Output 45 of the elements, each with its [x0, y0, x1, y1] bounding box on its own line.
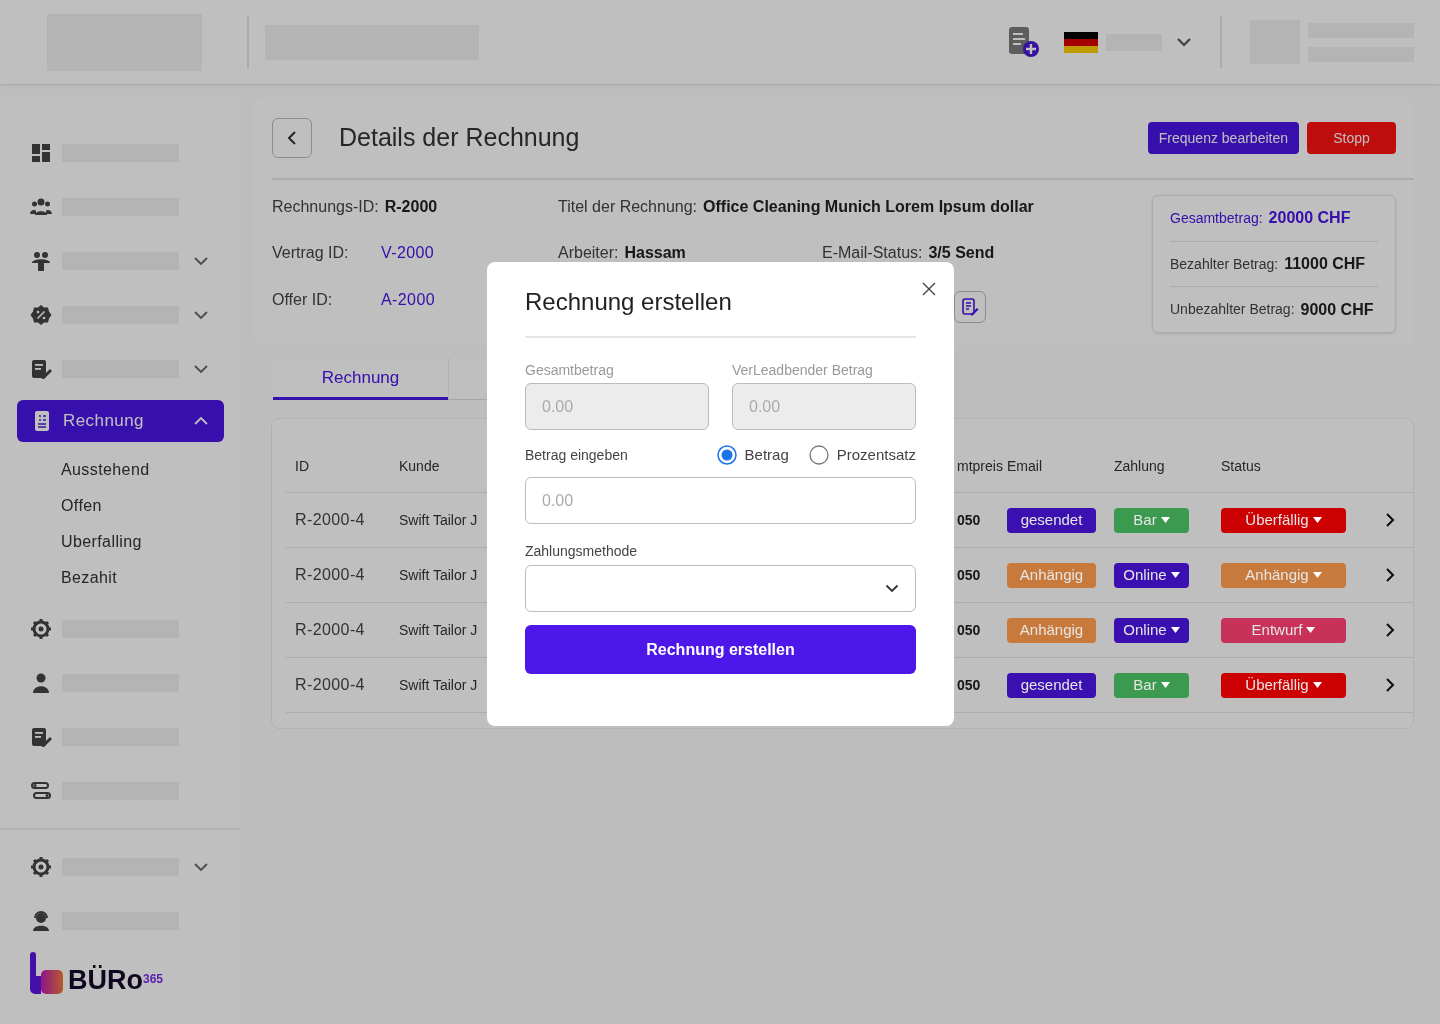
status-tag: gesendet [1007, 672, 1096, 698]
column-header: Zahlung [1114, 457, 1165, 476]
field-value: R-2000 [384, 197, 438, 217]
column-header: mtpreis [956, 457, 1003, 476]
field-label: E-Mail-Status: [822, 243, 923, 263]
column-header: Status [1221, 457, 1261, 476]
table-cell-text: Swift Tailor J [399, 620, 478, 640]
summary-value: 11000 CHF [1284, 254, 1366, 274]
table-cell-text: 050 [956, 675, 981, 695]
table-cell-text: R-2000-4 [295, 620, 366, 640]
summary-label: Gesamtbetrag: [1170, 208, 1263, 228]
table-cell-text: 050 [956, 510, 981, 530]
status-tag: gesendet [1007, 507, 1096, 533]
dialog-title: Rechnung erstellen [525, 287, 732, 317]
field-label: Betrag eingeben [525, 445, 628, 465]
table-cell-text: R-2000-4 [295, 510, 366, 530]
field-value: Hassam [624, 243, 686, 263]
column-header: ID [295, 457, 309, 476]
summary-value: 20000 CHF [1268, 208, 1351, 229]
table-cell-text: 050 [956, 565, 981, 585]
field-label: Zahlungsmethode [525, 542, 639, 561]
table-cell-text: 050 [956, 620, 981, 640]
table-cell-text: Swift Tailor J [399, 565, 478, 585]
field-label: Arbeiter: [558, 243, 619, 263]
field-label: VerLeadbender Betrag [732, 361, 874, 380]
table-cell-text: R-2000-4 [295, 565, 366, 585]
summary-value: 9000 CHF [1300, 299, 1374, 320]
field-label: Rechnungs-ID: [272, 197, 379, 217]
field-label: Titel der Rechnung: [558, 197, 698, 217]
table-cell-text: Swift Tailor J [399, 510, 478, 530]
status-tag: Anhängig [1007, 562, 1096, 588]
field-label: Gesamtbetrag [525, 361, 615, 380]
summary-label: Unbezahlter Betrag: [1170, 300, 1295, 320]
field-label: Vertrag ID: [272, 243, 350, 263]
table-cell-text: R-2000-4 [295, 675, 366, 695]
column-header: Kunde [399, 457, 440, 476]
page-title: Details der Rechnung [339, 122, 580, 154]
field-value: Office Cleaning Munich Lorem Ipsum dollar [703, 197, 1034, 217]
summary-label: Bezahlter Betrag: [1170, 254, 1279, 274]
logo-wordmark: BÜRo$^{365}$ [68, 967, 164, 994]
status-tag: Anhängig [1007, 617, 1096, 643]
table-cell-text: Swift Tailor J [399, 675, 478, 695]
column-header: Email [1007, 457, 1042, 476]
field-value: 3/5 Send [928, 243, 995, 263]
field-label: Offer ID: [272, 290, 334, 310]
